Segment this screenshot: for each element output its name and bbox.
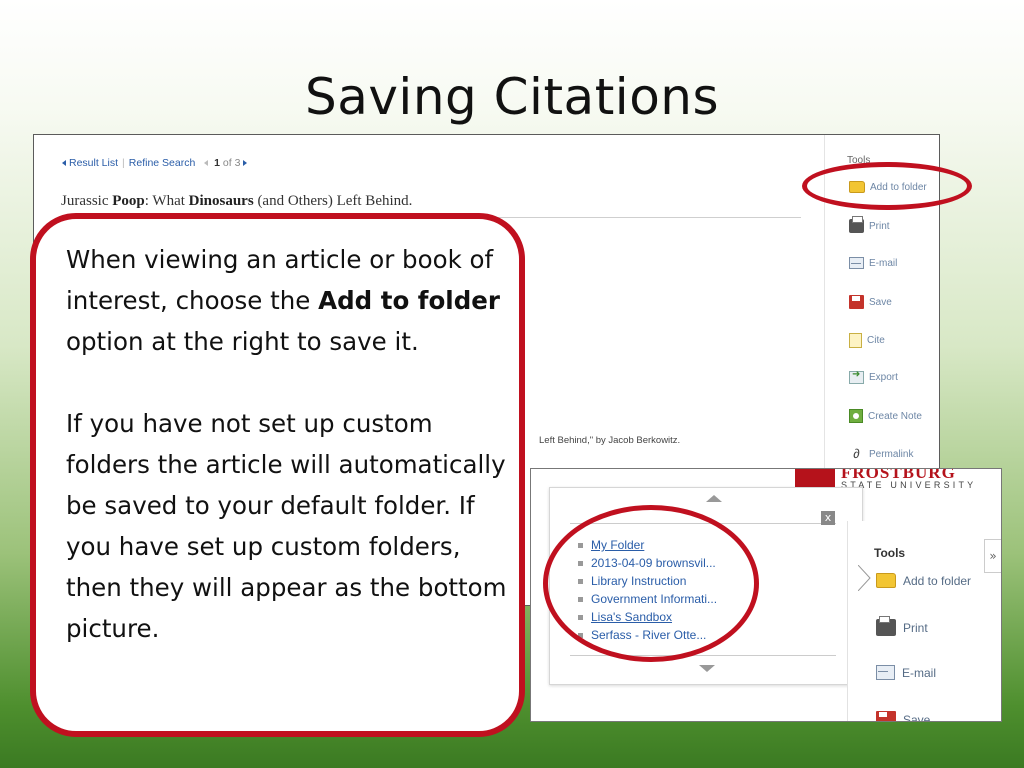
tool-print[interactable]: Print xyxy=(849,216,890,233)
tool-save[interactable]: Save xyxy=(876,711,931,722)
callout-paragraph: When viewing an article or book of inter… xyxy=(66,239,516,362)
tool-label: Save xyxy=(903,712,931,722)
result-list-label: Result List xyxy=(69,157,119,169)
title-text: Jurassic xyxy=(61,193,113,209)
tool-create-note[interactable]: Create Note xyxy=(849,409,922,423)
tools-panel: Tools » Add to folder Print E-mail Save xyxy=(847,521,1001,722)
tool-save[interactable]: Save xyxy=(849,295,892,309)
article-byline: Left Behind," by Jacob Berkowitz. xyxy=(539,435,681,446)
highlight-oval-folder-list xyxy=(543,505,759,662)
save-icon xyxy=(876,711,896,721)
previous-arrow-icon[interactable] xyxy=(204,160,209,167)
tool-label: Permalink xyxy=(869,448,914,460)
tool-label: E-mail xyxy=(902,665,937,680)
refine-search-link[interactable]: Refine Search xyxy=(129,157,196,169)
save-icon xyxy=(849,295,864,309)
highlight-oval-add-to-folder xyxy=(802,162,972,210)
tool-print[interactable]: Print xyxy=(876,616,928,636)
tool-label: Cite xyxy=(867,335,885,346)
cite-icon xyxy=(849,333,862,348)
tool-add-to-folder[interactable]: Add to folder xyxy=(876,573,971,588)
collapse-panel-button[interactable]: » xyxy=(984,539,1001,573)
tool-email[interactable]: E-mail xyxy=(876,665,936,680)
result-list-link[interactable]: Result List xyxy=(62,157,118,169)
note-icon xyxy=(849,409,863,423)
tool-label: Save xyxy=(869,296,892,308)
scroll-up-icon[interactable] xyxy=(706,495,722,502)
email-icon xyxy=(876,665,895,680)
link-icon: ∂ xyxy=(853,446,860,461)
result-navigation: Result List | Refine Search 1 of 3 xyxy=(62,157,248,169)
export-icon xyxy=(849,369,864,384)
title-highlight: Poop xyxy=(112,193,145,209)
email-icon xyxy=(849,257,864,269)
next-arrow-icon[interactable] xyxy=(243,160,248,167)
close-icon[interactable]: x xyxy=(821,511,835,525)
callout-paragraph: If you have not set up custom folders th… xyxy=(66,409,507,643)
instruction-callout: When viewing an article or book of inter… xyxy=(30,213,525,737)
folder-icon xyxy=(876,573,896,588)
printer-icon xyxy=(849,216,864,233)
tool-label: Create Note xyxy=(868,410,922,422)
popup-pointer xyxy=(858,565,871,591)
pager-current: 1 xyxy=(214,157,220,169)
callout-text-run: option at the right to save it. xyxy=(66,327,419,356)
callout-emphasis: Add to folder xyxy=(318,286,500,315)
tool-label: Export xyxy=(869,372,898,383)
slide-title: Saving Citations xyxy=(304,68,720,126)
tool-permalink[interactable]: ∂ Permalink xyxy=(849,447,913,461)
tool-label: E-mail xyxy=(869,257,898,269)
scroll-down-icon[interactable] xyxy=(699,665,715,672)
tool-export[interactable]: Export xyxy=(849,369,898,384)
back-arrow-icon xyxy=(62,160,66,167)
title-text: (and Others) Left Behind. xyxy=(253,193,413,209)
tools-heading: Tools xyxy=(874,546,906,560)
article-title: Jurassic Poop: What Dinosaurs (and Other… xyxy=(61,193,412,210)
tool-label: Print xyxy=(903,620,928,635)
callout-text: When viewing an article or book of inter… xyxy=(66,239,516,649)
title-text: : What xyxy=(144,193,189,209)
printer-icon xyxy=(876,616,896,636)
nav-divider: | xyxy=(122,157,125,169)
tool-cite[interactable]: Cite xyxy=(849,333,885,348)
tool-email[interactable]: E-mail xyxy=(849,257,897,269)
title-highlight: Dinosaurs xyxy=(188,193,254,209)
pager-total: of 3 xyxy=(222,157,241,169)
tool-label: Add to folder xyxy=(903,573,972,588)
tool-label: Print xyxy=(869,220,890,232)
pager: 1 of 3 xyxy=(204,157,248,169)
